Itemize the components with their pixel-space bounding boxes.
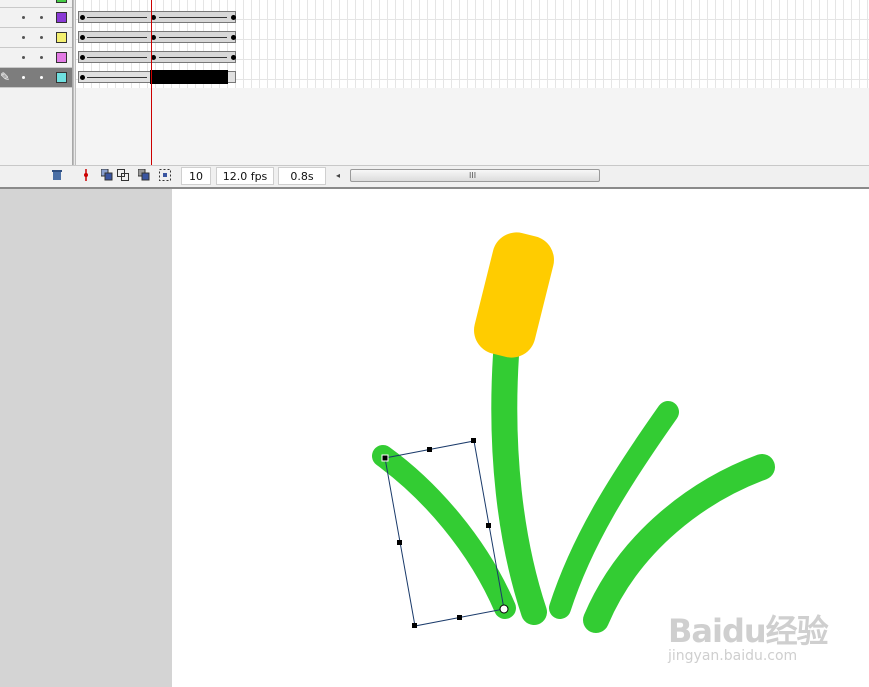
transform-handle xyxy=(412,623,417,628)
tween-span[interactable] xyxy=(78,31,236,43)
layer-row-selected[interactable]: ✎ xyxy=(0,68,72,88)
tween-arrow xyxy=(87,37,147,38)
keyframe[interactable] xyxy=(80,35,85,40)
lock-dot[interactable] xyxy=(40,36,43,39)
layer-row[interactable] xyxy=(0,28,72,48)
selected-frames[interactable] xyxy=(150,70,228,84)
frame-grid-empty xyxy=(76,88,869,165)
watermark: Baidu经验 jingyan.baidu.com xyxy=(668,592,829,672)
keyframe[interactable] xyxy=(231,15,236,20)
playhead[interactable] xyxy=(151,0,152,187)
transform-handle xyxy=(471,438,476,443)
transform-handle xyxy=(427,447,432,452)
transform-handle xyxy=(381,454,389,462)
keyframe[interactable] xyxy=(80,15,85,20)
layer-row[interactable] xyxy=(0,0,72,8)
flower-head xyxy=(474,232,554,358)
layer-list: ✎ xyxy=(0,0,73,165)
scroll-grip-icon: III xyxy=(469,171,477,180)
watermark-logo: Baidu经验 xyxy=(668,612,829,650)
trash-icon[interactable] xyxy=(50,169,64,183)
layer-row[interactable] xyxy=(0,8,72,28)
visibility-dot[interactable] xyxy=(22,76,25,79)
horizontal-scrollbar[interactable]: ◂ III xyxy=(332,168,869,184)
tween-span[interactable] xyxy=(78,51,236,63)
tween-arrow xyxy=(87,17,147,18)
pasteboard xyxy=(0,189,172,687)
tween-arrow xyxy=(159,57,227,58)
timeline-toolbar: 10 12.0 fps 0.8s ◂ III xyxy=(0,165,869,187)
elapsed-time-field: 0.8s xyxy=(278,167,326,185)
layer-outline-color-swatch[interactable] xyxy=(56,72,67,83)
leaf-left xyxy=(372,445,516,619)
keyframe[interactable] xyxy=(231,55,236,60)
frame-grid[interactable] xyxy=(76,0,869,88)
onion-skin-icon[interactable] xyxy=(100,168,114,183)
visibility-dot[interactable] xyxy=(22,36,25,39)
layer-outline-color-swatch[interactable] xyxy=(56,32,67,43)
visibility-dot[interactable] xyxy=(22,56,25,59)
transform-pivot xyxy=(499,604,509,614)
lock-dot[interactable] xyxy=(40,16,43,19)
tween-arrow xyxy=(87,77,147,78)
frame-rate-field[interactable]: 12.0 fps xyxy=(216,167,274,185)
tween-arrow xyxy=(87,57,147,58)
edit-multiple-frames-icon[interactable] xyxy=(137,168,151,183)
layer-outline-color-swatch[interactable] xyxy=(56,12,67,23)
keyframe[interactable] xyxy=(80,55,85,60)
transform-handle xyxy=(486,523,491,528)
lock-dot[interactable] xyxy=(40,56,43,59)
modify-onion-markers-icon[interactable] xyxy=(158,169,172,183)
transform-handle xyxy=(397,540,402,545)
tween-span[interactable] xyxy=(78,11,236,23)
scroll-left-icon[interactable]: ◂ xyxy=(336,168,340,184)
layer-row[interactable] xyxy=(0,48,72,68)
onion-skin-outlines-icon[interactable] xyxy=(116,169,130,183)
watermark-url: jingyan.baidu.com xyxy=(668,648,798,664)
keyframe[interactable] xyxy=(80,75,85,80)
pencil-icon: ✎ xyxy=(0,70,11,84)
stem-center xyxy=(491,342,547,625)
timeline-panel: ✎ 10 12.0 fps 0.8s ◂ III xyxy=(0,0,869,187)
transform-handle xyxy=(457,615,462,620)
tween-arrow xyxy=(159,17,227,18)
lock-dot[interactable] xyxy=(40,76,43,79)
tween-arrow xyxy=(159,37,227,38)
center-frame-icon[interactable] xyxy=(79,169,93,183)
current-frame-field: 10 xyxy=(181,167,211,185)
layer-outline-color-swatch[interactable] xyxy=(56,0,67,3)
keyframe[interactable] xyxy=(231,35,236,40)
scrollbar-thumb[interactable]: III xyxy=(350,169,600,182)
visibility-dot[interactable] xyxy=(22,16,25,19)
layer-outline-color-swatch[interactable] xyxy=(56,52,67,63)
